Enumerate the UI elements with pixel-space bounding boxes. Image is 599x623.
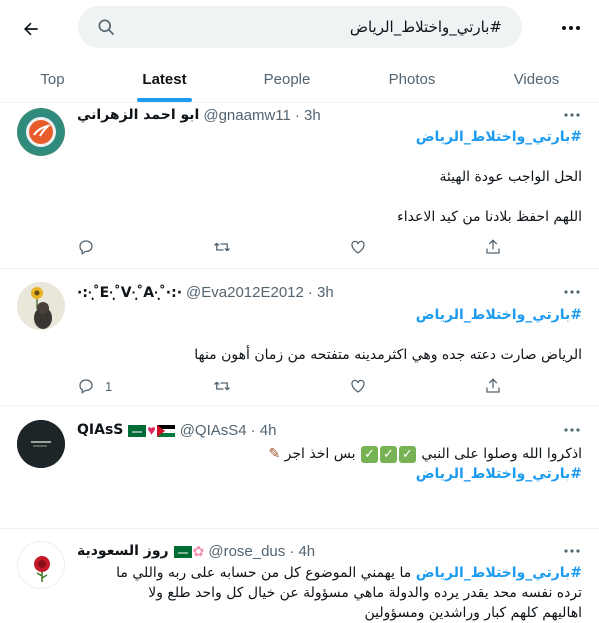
tweet-time[interactable]: · 4h [251, 422, 277, 439]
tab-photos[interactable]: Photos [350, 56, 474, 103]
tweet-more-button[interactable] [560, 541, 584, 561]
tab-videos[interactable]: Videos [474, 56, 599, 103]
flower-emoji-icon: ✿ [192, 542, 205, 559]
more-icon [564, 428, 580, 432]
reply-button[interactable] [77, 237, 105, 257]
share-icon [486, 239, 500, 254]
top-bar [0, 0, 599, 56]
author-handle[interactable]: @rose_dus [208, 543, 285, 560]
reply-icon [79, 379, 93, 395]
reply-icon [79, 240, 93, 256]
avatar[interactable] [17, 420, 65, 468]
share-icon [486, 378, 500, 393]
author-name[interactable]: ابو احمد الزهراني [77, 107, 199, 123]
author-name[interactable]: روز السعودية [77, 543, 169, 559]
retweet-icon [214, 242, 230, 252]
tweet-header: روز السعودية ✿ @rose_dus · 4h [77, 541, 315, 561]
author-name[interactable]: QIAsS [77, 422, 123, 438]
tweet-header: QIAsS ♥ @QIAsS4 · 4h [77, 420, 276, 440]
hashtag-link[interactable]: #بارتي_واختلاط_الرياض [77, 305, 582, 325]
active-tab-indicator [137, 98, 192, 102]
search-box[interactable] [78, 6, 522, 48]
tweet-more-button[interactable] [560, 420, 584, 440]
tweet-header: ·:·̩͙˚E·̩͙˚V·̩͙˚A·̩͙˚·:· @Eva2012E2012 ·… [77, 282, 334, 302]
like-icon [351, 379, 365, 393]
author-handle[interactable]: @Eva2012E2012 [186, 284, 304, 301]
check-mark-icon: ✓ [398, 445, 416, 463]
check-mark-icon: ✓ [360, 445, 378, 463]
like-icon [351, 240, 365, 254]
tweet-actions: 1 [77, 376, 517, 396]
feather-emoji-icon: ✎ [268, 446, 281, 462]
name-badges: ♥ [127, 422, 175, 439]
reply-button[interactable]: 1 [77, 376, 112, 396]
tab-bar: Top Latest People Photos Videos [0, 56, 599, 103]
search-settings-button[interactable] [557, 14, 585, 42]
tweet-text-line: #بارتي_واختلاط_الرياض ما يهمني الموضوع ك… [116, 565, 582, 581]
heart-emoji-icon: ♥ [147, 421, 156, 438]
back-arrow-icon [24, 22, 38, 36]
tweet-time[interactable]: · 4h [289, 543, 315, 560]
more-icon [564, 113, 580, 117]
tweet[interactable]: ابو احمد الزهراني @gnaamw11 · 3h #بارتي_… [0, 103, 599, 269]
like-button[interactable] [349, 237, 367, 257]
tweet-text-line: الحل الواجب عودة الهيئة [439, 169, 582, 185]
like-button[interactable] [349, 376, 367, 396]
more-icon [562, 26, 580, 30]
retweet-button[interactable] [213, 237, 231, 257]
name-badges: ✿ [173, 542, 205, 560]
retweet-button[interactable] [213, 376, 231, 396]
tweet-text-line: اهاليهم كلهم كبار وراشدين ومسؤولين [364, 605, 582, 621]
tweet-more-button[interactable] [560, 105, 584, 125]
more-icon [564, 290, 580, 294]
tweet-header: ابو احمد الزهراني @gnaamw11 · 3h [77, 105, 321, 125]
avatar[interactable] [17, 108, 65, 156]
hashtag-link[interactable]: #بارتي_واختلاط_الرياض [77, 464, 582, 484]
retweet-icon [214, 381, 230, 391]
share-button[interactable] [484, 237, 502, 257]
reply-count: 1 [105, 378, 113, 394]
tweet[interactable]: روز السعودية ✿ @rose_dus · 4h #بارتي_واخ… [0, 529, 599, 623]
tweet[interactable]: QIAsS ♥ @QIAsS4 · 4h اذكروا الله وصلوا ع… [0, 406, 599, 529]
tab-top[interactable]: Top [0, 56, 105, 103]
more-icon [564, 549, 580, 553]
tweet-more-button[interactable] [560, 282, 584, 302]
avatar[interactable] [17, 541, 65, 589]
saudi-flag-icon [128, 424, 147, 437]
tweet[interactable]: ·:·̩͙˚E·̩͙˚V·̩͙˚A·̩͙˚·:· @Eva2012E2012 ·… [0, 269, 599, 406]
tweet-text-line: الرياض صارت دعته جده وهي اكثرمدينه متفتح… [194, 347, 582, 363]
tweet-time[interactable]: · 3h [308, 284, 334, 301]
search-icon [98, 19, 115, 36]
tab-people[interactable]: People [224, 56, 350, 103]
hashtag-link[interactable]: #بارتي_واختلاط_الرياض [416, 565, 582, 581]
tweet-actions [77, 237, 517, 257]
tweet-time[interactable]: · 3h [295, 107, 321, 124]
tweet-text-line: اذكروا الله وصلوا على النبي ✓✓✓ بس اخذ ا… [268, 445, 582, 463]
author-name[interactable]: ·:·̩͙˚E·̩͙˚V·̩͙˚A·̩͙˚·:· [77, 284, 182, 301]
check-mark-icon: ✓ [379, 445, 397, 463]
back-button[interactable] [14, 12, 48, 46]
author-handle[interactable]: @gnaamw11 [203, 107, 291, 124]
tab-latest[interactable]: Latest [105, 56, 224, 103]
saudi-flag-icon [173, 545, 192, 558]
search-input[interactable] [132, 6, 502, 48]
share-button[interactable] [484, 376, 502, 396]
tweet-text-line: اللهم احفظ بلادنا من كيد الاعداء [397, 209, 582, 225]
hashtag-link[interactable]: #بارتي_واختلاط_الرياض [77, 127, 582, 147]
avatar[interactable] [17, 282, 65, 330]
palestine-flag-icon [156, 424, 175, 437]
tweet-text-line: ترده نفسه محد يقدر يرده والدولة ماهي مسؤ… [148, 585, 582, 601]
author-handle[interactable]: @QIAsS4 [180, 422, 247, 439]
